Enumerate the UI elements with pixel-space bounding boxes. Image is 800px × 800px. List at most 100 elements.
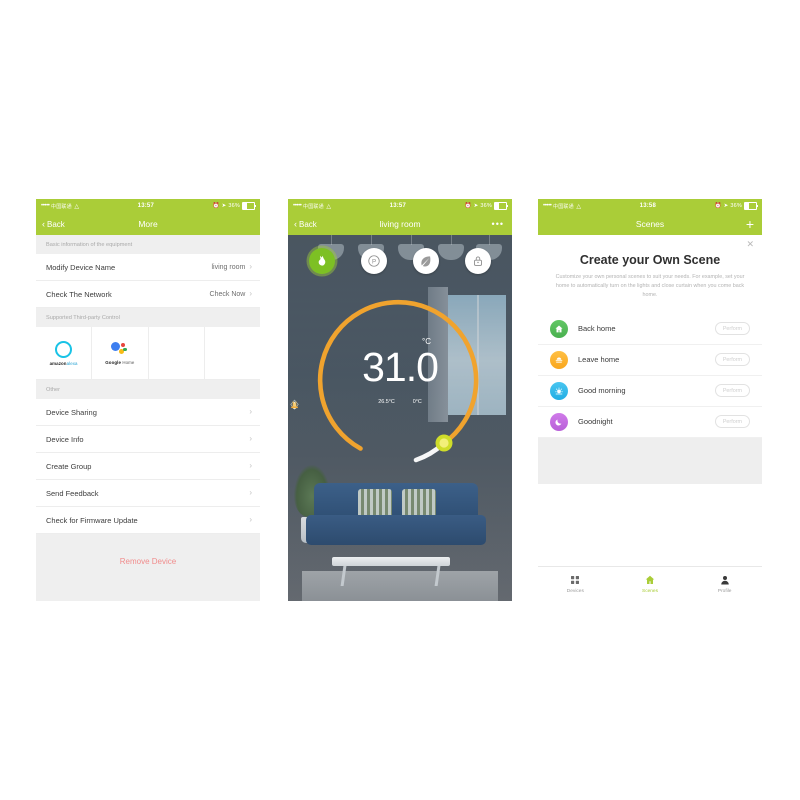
home-icon xyxy=(645,576,655,585)
section-header-other: Other xyxy=(36,380,260,399)
battery-icon xyxy=(744,202,758,210)
room-temperature-reading: 26.5°C xyxy=(290,399,395,410)
setpoint-temperature: 31.0 xyxy=(362,344,439,390)
temperature-dial[interactable]: °C 31.0 26.5°C 0°C xyxy=(288,275,512,495)
page-title: More xyxy=(138,219,158,229)
phone-screen-scenes: ••••• 中国联通 △ 13:58 ⏰ ➤ 36% Scenes + ✕ Cr… xyxy=(538,199,762,601)
chevron-left-icon: ‹ xyxy=(42,218,45,229)
home-icon xyxy=(550,319,568,338)
status-bar: ••••• 中国联通 △ 13:57 ⏰ ➤ 36% xyxy=(288,199,512,213)
eco-leaf-icon xyxy=(421,256,431,267)
location-icon: ➤ xyxy=(221,203,227,209)
amazon-alexa-label: amazonalexa xyxy=(50,361,78,366)
remove-device-button[interactable]: Remove Device xyxy=(36,550,260,566)
scene-row-good-morning[interactable]: Good morning Perform xyxy=(538,376,762,407)
person-icon xyxy=(720,576,729,585)
scenes-empty-area xyxy=(538,437,762,484)
battery-pct-label: 36% xyxy=(480,203,492,209)
scene-label: Good morning xyxy=(578,386,626,396)
row-label: Device Sharing xyxy=(46,407,97,417)
settings-list: Basic information of the equipment Modif… xyxy=(36,235,260,601)
google-product: Home xyxy=(122,360,135,365)
chevron-right-icon: › xyxy=(249,289,252,298)
row-label: Device Info xyxy=(46,434,84,444)
chevron-right-icon: › xyxy=(249,434,252,443)
row-send-feedback[interactable]: Send Feedback › xyxy=(36,480,260,507)
nav-bar: ‹ Back living room ••• xyxy=(288,213,512,235)
chevron-right-icon: › xyxy=(249,515,252,524)
tab-bar: Devices Scenes Profile xyxy=(538,566,762,601)
row-label: Check for Firmware Update xyxy=(46,515,138,525)
google-brand: Google xyxy=(105,360,122,365)
lock-mode-button[interactable] xyxy=(465,248,491,274)
status-time: 13:57 xyxy=(137,203,155,209)
third-party-google-home[interactable]: Google Home xyxy=(92,327,149,379)
tab-devices[interactable]: Devices xyxy=(538,567,613,601)
status-left: ••••• 中国联通 △ xyxy=(543,203,581,210)
chevron-right-icon: › xyxy=(249,461,252,470)
perform-button[interactable]: Perform xyxy=(714,353,750,367)
page-title: living room xyxy=(379,219,421,229)
lock-icon xyxy=(474,256,482,266)
row-label: Modify Device Name xyxy=(46,262,116,272)
back-button[interactable]: ‹ Back xyxy=(294,218,317,229)
carrier-label: 中国联通 xyxy=(51,203,72,210)
scene-row-goodnight[interactable]: Goodnight Perform xyxy=(538,407,762,438)
add-scene-button[interactable]: + xyxy=(746,217,754,231)
perform-button[interactable]: Perform xyxy=(714,384,750,398)
chevron-right-icon: › xyxy=(249,407,252,416)
section-header-basic-info: Basic information of the equipment xyxy=(36,235,260,254)
section-header-third-party: Supported Third-party Control xyxy=(36,308,260,327)
floor-temperature-reading: 0°C xyxy=(291,399,422,409)
status-left: ••••• 中国联通 △ xyxy=(41,203,79,210)
tab-profile[interactable]: Profile xyxy=(687,567,762,601)
location-icon: ➤ xyxy=(723,203,729,209)
third-party-empty-2 xyxy=(205,327,260,379)
perform-button[interactable]: Perform xyxy=(714,322,750,336)
status-bar: ••••• 中国联通 △ 13:57 ⏰ ➤ 36% xyxy=(36,199,260,213)
eco-mode-button[interactable] xyxy=(413,248,439,274)
scene-row-back-home[interactable]: Back home Perform xyxy=(538,314,762,345)
row-check-the-network[interactable]: Check The Network Check Now › xyxy=(36,281,260,308)
row-create-group[interactable]: Create Group › xyxy=(36,453,260,480)
perform-button[interactable]: Perform xyxy=(714,415,750,429)
door-icon xyxy=(550,350,568,369)
row-device-sharing[interactable]: Device Sharing › xyxy=(36,399,260,426)
row-check-firmware-update[interactable]: Check for Firmware Update › xyxy=(36,507,260,534)
row-device-info[interactable]: Device Info › xyxy=(36,426,260,453)
alarm-icon: ⏰ xyxy=(212,203,220,209)
manual-mode-button[interactable] xyxy=(309,248,335,274)
row-value: living room xyxy=(211,263,246,271)
google-home-label: Google Home xyxy=(105,360,134,365)
third-party-amazon-alexa[interactable]: amazonalexa xyxy=(36,327,93,379)
back-button[interactable]: ‹ Back xyxy=(42,218,65,229)
program-mode-button[interactable]: P xyxy=(361,248,387,274)
third-party-empty-1 xyxy=(149,327,205,379)
tab-label: Profile xyxy=(717,588,732,594)
row-modify-device-name[interactable]: Modify Device Name living room › xyxy=(36,254,260,281)
scene-row-leave-home[interactable]: Leave home Perform xyxy=(538,345,762,376)
moon-icon xyxy=(550,412,568,431)
scene-label: Leave home xyxy=(578,355,620,365)
third-party-grid: amazonalexa Google Home xyxy=(36,327,260,380)
thermostat-body: P °C 31.0 26.5°C 0°C xyxy=(288,235,512,601)
mode-buttons: P xyxy=(288,248,512,274)
alexa-brand: amazon xyxy=(49,360,67,366)
status-time: 13:58 xyxy=(639,203,657,209)
row-label: Check The Network xyxy=(46,289,112,299)
status-right: ⏰ ➤ 36% xyxy=(465,202,508,210)
status-bar: ••••• 中国联通 △ 13:58 ⏰ ➤ 36% xyxy=(538,199,762,213)
google-home-icon xyxy=(110,341,130,357)
chevron-left-icon: ‹ xyxy=(294,218,297,229)
sun-icon xyxy=(550,381,568,400)
close-icon[interactable]: ✕ xyxy=(746,240,754,249)
floor-temperature-value: 0°C xyxy=(412,399,422,405)
phone-screen-more: ••••• 中国联通 △ 13:57 ⏰ ➤ 36% ‹ Back More B… xyxy=(36,199,260,601)
more-options-button[interactable]: ••• xyxy=(492,219,504,229)
grid-icon xyxy=(571,576,580,585)
chevron-right-icon: › xyxy=(249,488,252,497)
status-right: ⏰ ➤ 36% xyxy=(715,202,758,210)
row-value: Check Now xyxy=(209,290,246,298)
tab-scenes[interactable]: Scenes xyxy=(613,567,688,601)
scenes-body: ✕ Create your Own Scene Customize your o… xyxy=(538,235,762,601)
